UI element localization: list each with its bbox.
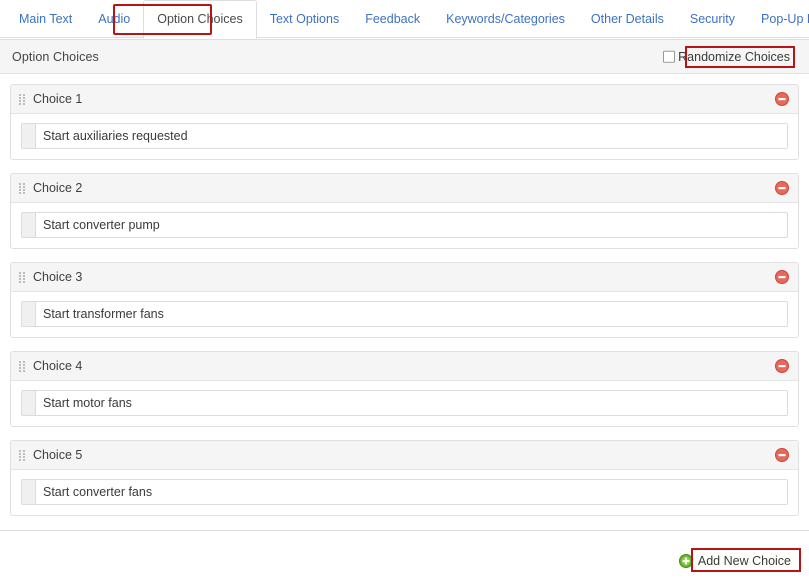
tab-option-choices[interactable]: Option Choices xyxy=(143,0,257,39)
tab-label: Pop-Up Boxes xyxy=(761,11,809,26)
choice-header: Choice 4 xyxy=(11,352,798,381)
tab-label: Option Choices xyxy=(157,12,243,27)
remove-circle-icon[interactable] xyxy=(775,92,789,106)
choice-item: Choice 2 xyxy=(10,173,799,249)
choice-label: Choice 5 xyxy=(33,447,83,462)
randomize-choices-toggle[interactable]: Randomize Choices xyxy=(660,48,793,65)
drag-handle-icon[interactable] xyxy=(19,182,26,194)
choice-header: Choice 1 xyxy=(11,85,798,114)
choice-item: Choice 4 xyxy=(10,351,799,427)
choice-body xyxy=(11,292,798,337)
footer-actions: Add New Choice xyxy=(0,545,809,584)
choice-header: Choice 3 xyxy=(11,263,798,292)
choice-text-input[interactable] xyxy=(35,212,788,238)
choice-item: Choice 5 xyxy=(10,440,799,516)
tab-main-text[interactable]: Main Text xyxy=(6,0,85,38)
add-new-choice-button[interactable]: Add New Choice xyxy=(675,552,797,570)
tab-text-options[interactable]: Text Options xyxy=(257,0,352,38)
tab-label: Security xyxy=(689,11,736,26)
tab-keywords-categories[interactable]: Keywords/Categories xyxy=(433,0,578,38)
choice-text-input[interactable] xyxy=(35,479,788,505)
drag-handle-icon[interactable] xyxy=(19,360,26,372)
choices-list: Choice 1 Start auxiliaries requested Cho… xyxy=(0,74,809,530)
choice-label: Choice 1 xyxy=(33,91,83,106)
choice-header: Choice 2 xyxy=(11,174,798,203)
add-circle-icon xyxy=(678,554,693,568)
choice-item: Choice 3 xyxy=(10,262,799,338)
add-new-choice-label: Add New Choice xyxy=(697,553,791,568)
option-choices-panel: Option Choices Randomize Choices Choice … xyxy=(0,39,809,531)
input-addon xyxy=(21,390,35,416)
randomize-choices-label: Randomize Choices xyxy=(678,49,790,64)
tab-pop-up-boxes[interactable]: Pop-Up Boxes xyxy=(748,0,809,38)
choice-label: Choice 3 xyxy=(33,269,83,284)
tab-bar: Main Text Audio Option Choices Text Opti… xyxy=(0,0,809,39)
tab-audio[interactable]: Audio xyxy=(85,0,143,38)
remove-circle-icon[interactable] xyxy=(775,270,789,284)
remove-circle-icon[interactable] xyxy=(775,448,789,462)
drag-handle-icon[interactable] xyxy=(19,271,26,283)
choice-text-input[interactable] xyxy=(35,301,788,327)
input-addon xyxy=(21,212,35,238)
choice-label: Choice 2 xyxy=(33,180,83,195)
tab-other-details[interactable]: Other Details xyxy=(578,0,677,38)
input-addon xyxy=(21,301,35,327)
choice-body xyxy=(11,114,798,159)
choice-body xyxy=(11,470,798,515)
choice-body xyxy=(11,381,798,426)
tab-label: Audio xyxy=(98,11,131,26)
tab-label: Text Options xyxy=(269,11,340,26)
choice-body xyxy=(11,203,798,248)
choice-header: Choice 5 xyxy=(11,441,798,470)
choice-item: Choice 1 xyxy=(10,84,799,160)
tab-label: Feedback xyxy=(365,11,421,26)
input-addon xyxy=(21,123,35,149)
choice-label: Choice 4 xyxy=(33,358,83,373)
remove-circle-icon[interactable] xyxy=(775,181,789,195)
tab-list: Main Text Audio Option Choices Text Opti… xyxy=(6,0,809,39)
tab-feedback[interactable]: Feedback xyxy=(352,0,433,38)
tab-label: Other Details xyxy=(590,11,664,26)
choice-text-input[interactable] xyxy=(35,123,788,149)
tab-label: Keywords/Categories xyxy=(446,11,565,26)
checkbox-icon[interactable] xyxy=(663,50,676,63)
drag-handle-icon[interactable] xyxy=(19,93,26,105)
choice-text-input[interactable] xyxy=(35,390,788,416)
tab-security[interactable]: Security xyxy=(677,0,748,38)
input-addon xyxy=(21,479,35,505)
tab-label: Main Text xyxy=(19,11,73,26)
remove-circle-icon[interactable] xyxy=(775,359,789,373)
panel-heading: Option Choices Randomize Choices xyxy=(0,40,809,74)
option-choices-screen: Main Text Audio Option Choices Text Opti… xyxy=(0,0,809,584)
page-title: Option Choices xyxy=(12,49,99,64)
drag-handle-icon[interactable] xyxy=(19,449,26,461)
